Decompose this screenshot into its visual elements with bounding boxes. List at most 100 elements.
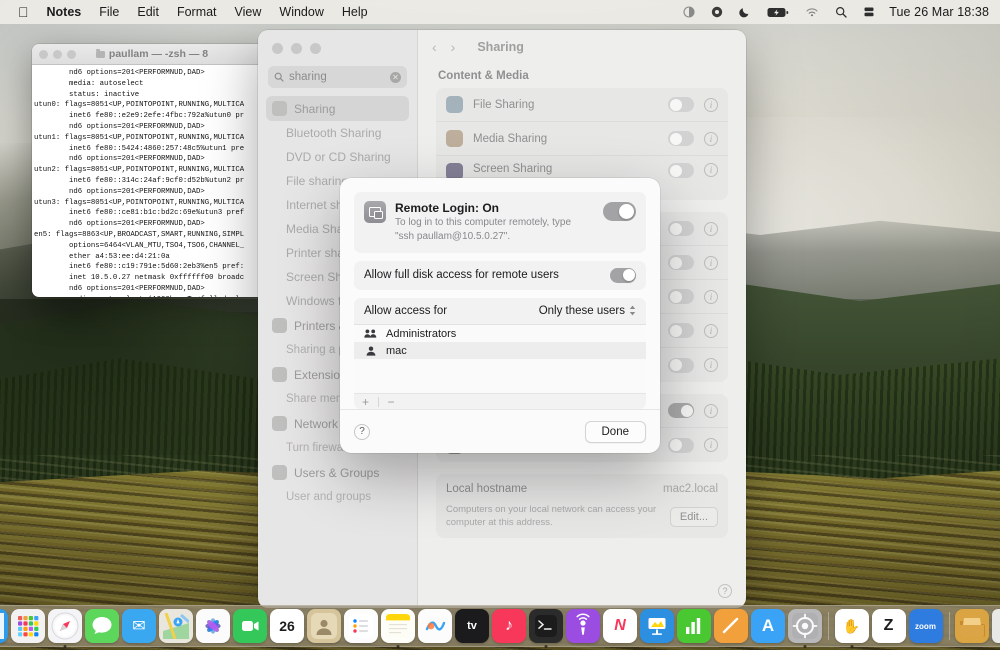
list-item[interactable]: Administrators	[354, 325, 646, 342]
settings-search-field[interactable]: sharing ✕	[268, 66, 407, 88]
wifi-icon[interactable]	[797, 0, 827, 24]
terminal-minimize-button[interactable]	[53, 50, 62, 59]
dock-item-calendar[interactable]: 26	[270, 609, 304, 643]
full-disk-access-toggle[interactable]	[610, 268, 636, 283]
dock-item-contacts[interactable]	[307, 609, 341, 643]
dock-item-keynote[interactable]	[640, 609, 674, 643]
menu-item-edit[interactable]: Edit	[128, 0, 168, 24]
settings-minimize-button[interactable]	[291, 43, 302, 54]
dock-item-app-store[interactable]: A	[751, 609, 785, 643]
service-toggle[interactable]	[668, 289, 694, 304]
sidebar-result-dvd-or-cd-sharing[interactable]: DVD or CD Sharing	[266, 145, 409, 169]
dock-item-finder[interactable]	[0, 609, 8, 643]
dock-item-numbers[interactable]	[677, 609, 711, 643]
menu-item-view[interactable]: View	[226, 0, 271, 24]
dock-item-terminal[interactable]	[529, 609, 563, 643]
dock-item-safari[interactable]	[48, 609, 82, 643]
dock-item-pages[interactable]	[714, 609, 748, 643]
dock-item-zotero[interactable]: Z	[872, 609, 906, 643]
dock-item-photos[interactable]	[196, 609, 230, 643]
info-icon[interactable]: i	[704, 163, 718, 177]
dock-item-zoom[interactable]: zoom	[909, 609, 943, 643]
chevron-left-icon[interactable]: ‹	[432, 39, 437, 55]
service-toggle[interactable]	[668, 131, 694, 146]
dock-item-messages[interactable]	[85, 609, 119, 643]
pages-icon	[718, 613, 744, 639]
apple-menu-icon[interactable]: 	[9, 0, 38, 24]
sidebar-result-bluetooth-sharing[interactable]: Bluetooth Sharing	[266, 121, 409, 145]
add-user-button[interactable]: +	[362, 395, 369, 409]
screen-sharing-icon[interactable]	[855, 0, 883, 24]
info-icon[interactable]: i	[704, 132, 718, 146]
info-icon[interactable]: i	[704, 404, 718, 418]
chevron-right-icon[interactable]: ›	[451, 39, 456, 55]
dock-item-reminders[interactable]	[344, 609, 378, 643]
dock-item-music[interactable]: ♪	[492, 609, 526, 643]
menu-bar:  Notes File Edit Format View Window Hel…	[0, 0, 1000, 24]
finder-icon	[0, 613, 4, 639]
info-icon[interactable]: i	[704, 290, 718, 304]
dock-item-facetime[interactable]	[233, 609, 267, 643]
remote-login-dialog[interactable]: Remote Login: On To log in to this compu…	[340, 178, 660, 453]
menu-item-app[interactable]: Notes	[38, 0, 91, 24]
terminal-output[interactable]: nd6 options=201<PERFORMNUD,DAD> media: a…	[32, 65, 272, 297]
info-icon[interactable]: i	[704, 256, 718, 270]
terminal-lines: nd6 options=201<PERFORMNUD,DAD> media: a…	[34, 69, 244, 297]
dock-item-adblock[interactable]: ✋	[835, 609, 869, 643]
info-icon[interactable]: i	[704, 324, 718, 338]
sidebar-result-user-and-groups[interactable]: User and groups	[266, 485, 409, 509]
dock-item-freeform[interactable]	[418, 609, 452, 643]
service-toggle[interactable]	[668, 97, 694, 112]
info-icon[interactable]: i	[704, 98, 718, 112]
dock-item-maps[interactable]	[159, 609, 193, 643]
dock-item-system-settings[interactable]	[788, 609, 822, 643]
dock-item-news[interactable]: N	[603, 609, 637, 643]
service-toggle[interactable]	[668, 403, 694, 418]
edit-hostname-button[interactable]: Edit...	[670, 507, 718, 527]
list-item[interactable]: mac	[354, 342, 646, 359]
sidebar-group-sharing[interactable]: Sharing	[266, 96, 409, 121]
info-icon[interactable]: i	[704, 438, 718, 452]
dock-item-mail[interactable]: ✉	[122, 609, 156, 643]
service-toggle[interactable]	[668, 438, 694, 453]
menu-item-file[interactable]: File	[90, 0, 128, 24]
clear-icon[interactable]: ✕	[390, 72, 401, 83]
dock-item-podcasts[interactable]	[566, 609, 600, 643]
help-question-icon[interactable]: ?	[718, 584, 732, 598]
allow-access-popup-button[interactable]: Only these users	[539, 305, 636, 317]
do-not-disturb-moon-icon[interactable]	[731, 0, 759, 24]
menu-item-window[interactable]: Window	[270, 0, 332, 24]
settings-zoom-button[interactable]	[310, 43, 321, 54]
terminal-zoom-button[interactable]	[67, 50, 76, 59]
dock-item-notes[interactable]	[381, 609, 415, 643]
menu-item-help[interactable]: Help	[333, 0, 377, 24]
service-toggle[interactable]	[668, 358, 694, 373]
dock-item-downloads-folder[interactable]	[955, 609, 989, 643]
dock-item-apple-tv[interactable]: tv	[455, 609, 489, 643]
service-toggle[interactable]	[668, 323, 694, 338]
service-toggle[interactable]	[668, 221, 694, 236]
terminal-window[interactable]: paullam — -zsh — 8 nd6 options=201<PERFO…	[32, 44, 272, 297]
service-toggle[interactable]	[668, 163, 694, 178]
done-button[interactable]: Done	[585, 421, 647, 443]
sidebar-group-users-groups[interactable]: Users & Groups	[266, 460, 409, 485]
dock-item-trash[interactable]	[992, 609, 1000, 643]
control-center-icon[interactable]	[703, 0, 731, 24]
remote-login-toggle[interactable]	[603, 202, 636, 221]
settings-close-button[interactable]	[272, 43, 283, 54]
remove-user-button[interactable]: −	[388, 395, 395, 409]
apple-tv-icon: tv	[467, 620, 477, 632]
service-toggle[interactable]	[668, 255, 694, 270]
focus-icon[interactable]	[675, 0, 703, 24]
search-input[interactable]: sharing	[289, 71, 385, 83]
terminal-close-button[interactable]	[39, 50, 48, 59]
info-icon[interactable]: i	[704, 222, 718, 236]
dock-item-launchpad[interactable]	[11, 609, 45, 643]
menu-bar-clock[interactable]: Tue 26 Mar 18:38	[883, 5, 989, 19]
info-icon[interactable]: i	[704, 358, 718, 372]
menu-item-format[interactable]: Format	[168, 0, 226, 24]
allowed-users-list[interactable]: Administratorsmac	[354, 324, 646, 393]
spotlight-search-icon[interactable]	[827, 0, 855, 24]
battery-charging-icon[interactable]	[759, 0, 797, 24]
help-question-icon[interactable]: ?	[354, 424, 370, 440]
